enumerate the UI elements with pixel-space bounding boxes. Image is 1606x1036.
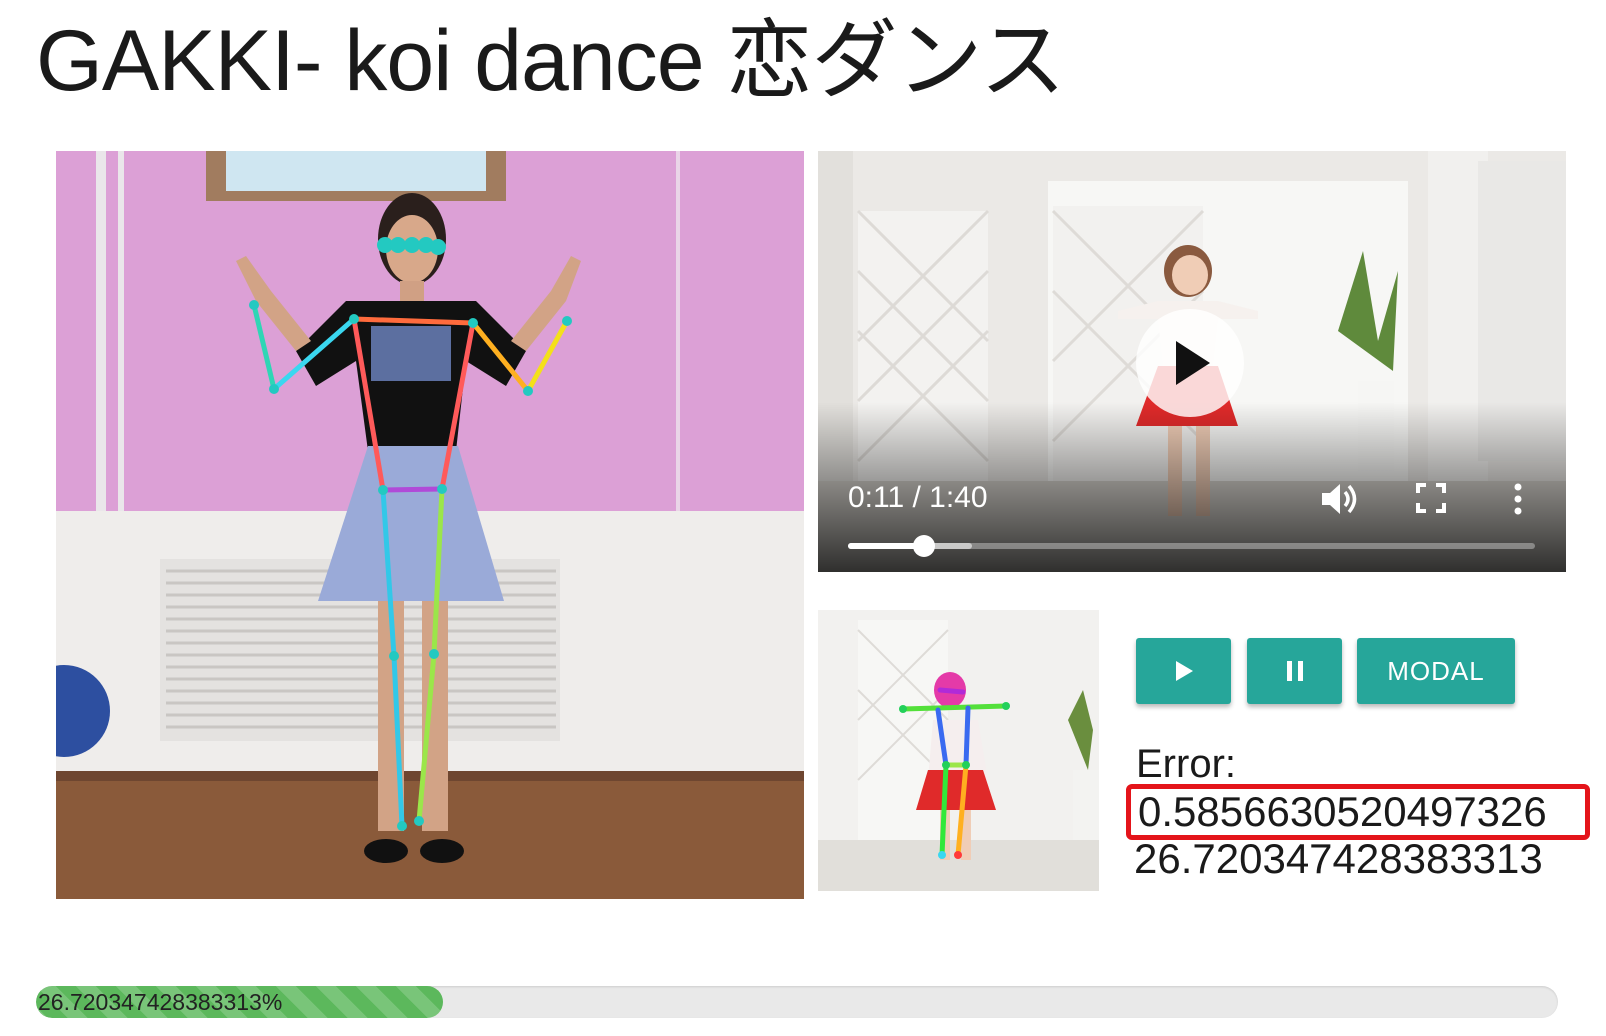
webcam-pose-view <box>56 151 804 899</box>
play-button[interactable] <box>1136 638 1231 704</box>
video-play-overlay-button[interactable] <box>1136 309 1244 417</box>
pause-icon <box>1286 661 1303 681</box>
volume-icon[interactable] <box>1320 481 1360 517</box>
reference-pose-thumbnail <box>818 610 1099 891</box>
seek-handle[interactable] <box>912 535 935 557</box>
pause-button[interactable] <box>1247 638 1342 704</box>
error-label: Error: <box>1136 742 1236 786</box>
fullscreen-icon[interactable] <box>1416 483 1446 513</box>
score-value: 26.720347428383313 <box>1134 835 1543 882</box>
webcam-frame-image <box>56 151 804 899</box>
score-progress-bar: 26.720347428383313% <box>36 986 1558 1018</box>
video-time-label: 0:11 / 1:40 <box>848 481 988 514</box>
progress-label: 26.720347428383313% <box>38 989 283 1015</box>
modal-button[interactable]: MODAL <box>1357 638 1515 704</box>
error-value: 0.5856630520497326 <box>1126 784 1590 840</box>
video-seek-bar[interactable] <box>848 535 1535 557</box>
play-icon <box>1175 661 1193 681</box>
play-icon <box>1176 341 1210 385</box>
pose-thumbnail-image <box>818 610 1099 891</box>
more-vert-icon[interactable] <box>1512 481 1524 517</box>
reference-video-player[interactable]: 0:11 / 1:40 <box>818 151 1566 572</box>
page-title: GAKKI- koi dance 恋ダンス <box>36 13 1066 109</box>
